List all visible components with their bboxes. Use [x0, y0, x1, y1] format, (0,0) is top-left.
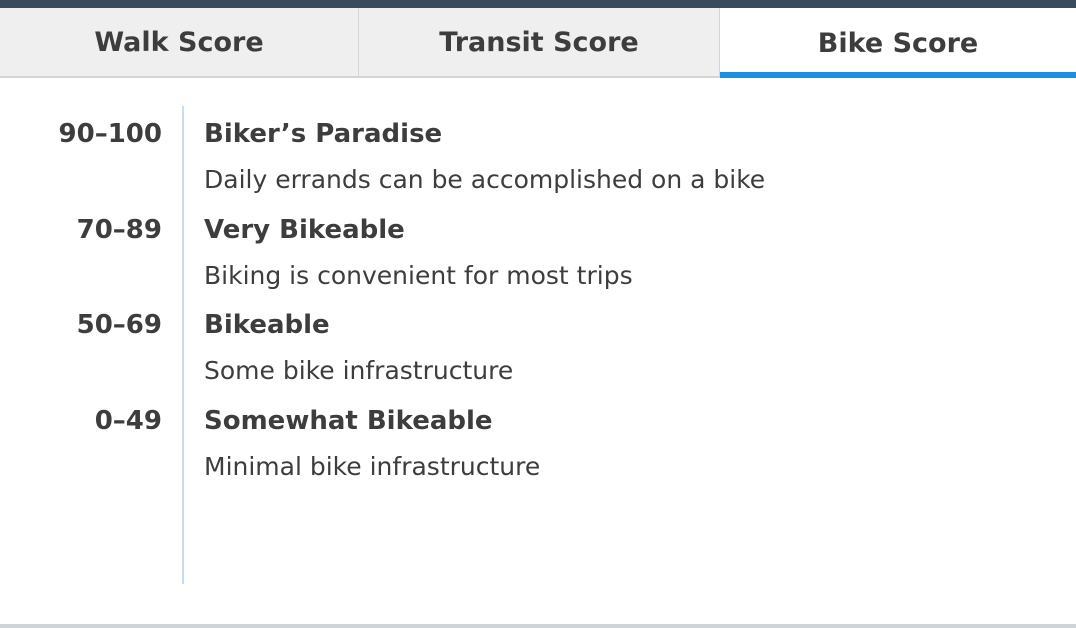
- tab-transit-score[interactable]: Transit Score: [359, 8, 720, 78]
- score-label: Somewhat Bikeable: [204, 406, 493, 436]
- score-range: 90–100: [58, 119, 162, 149]
- score-description: Daily errands can be accomplished on a b…: [204, 165, 766, 194]
- score-label: Biker’s Paradise: [204, 119, 443, 149]
- score-range: 50–69: [76, 310, 162, 340]
- score-description: Biking is convenient for most trips: [204, 261, 633, 290]
- score-range: 70–89: [76, 215, 162, 245]
- tab-transit-score-label: Transit Score: [439, 26, 639, 58]
- bike-score-panel: 90–100 Biker’s Paradise Daily errands ca…: [0, 78, 1076, 624]
- tab-walk-score[interactable]: Walk Score: [0, 8, 359, 78]
- score-label: Very Bikeable: [204, 215, 405, 245]
- score-label: Bikeable: [204, 310, 330, 340]
- score-description: Minimal bike infrastructure: [204, 452, 541, 481]
- score-range: 0–49: [94, 406, 162, 436]
- top-strip: [0, 0, 1076, 8]
- range-divider: [182, 106, 184, 584]
- tab-bike-score-label: Bike Score: [817, 27, 979, 59]
- tab-walk-score-label: Walk Score: [94, 26, 264, 58]
- bottom-border: [0, 624, 1076, 628]
- score-tabs: Walk Score Transit Score Bike Score: [0, 8, 1076, 78]
- tab-bike-score[interactable]: Bike Score: [720, 8, 1076, 78]
- score-description: Some bike infrastructure: [204, 356, 514, 385]
